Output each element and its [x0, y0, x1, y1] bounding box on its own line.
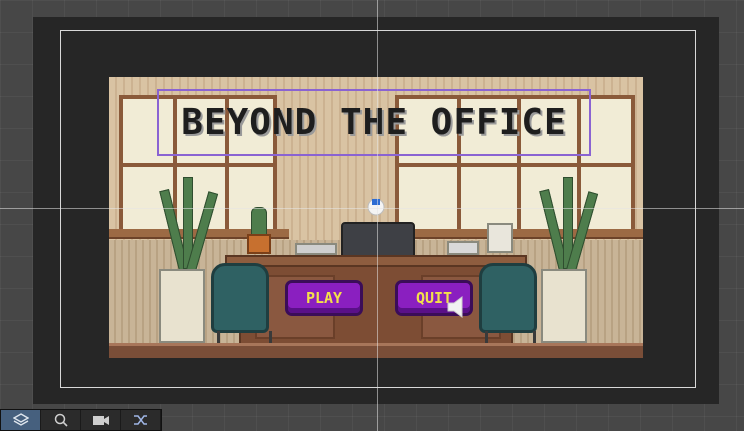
camera-tool-button[interactable]	[81, 410, 121, 430]
search-icon	[54, 413, 68, 427]
guide-line-vertical	[377, 0, 378, 431]
scene-toolbar	[0, 409, 162, 431]
guide-line-horizontal	[0, 208, 744, 209]
layers-tool-button[interactable]	[1, 410, 41, 430]
layers-icon	[12, 413, 29, 426]
search-tool-button[interactable]	[41, 410, 81, 430]
camera-icon	[92, 416, 109, 425]
shuffle-icon	[133, 415, 147, 425]
ui-canvas-bounds	[60, 30, 696, 388]
shuffle-tool-button[interactable]	[121, 410, 161, 430]
